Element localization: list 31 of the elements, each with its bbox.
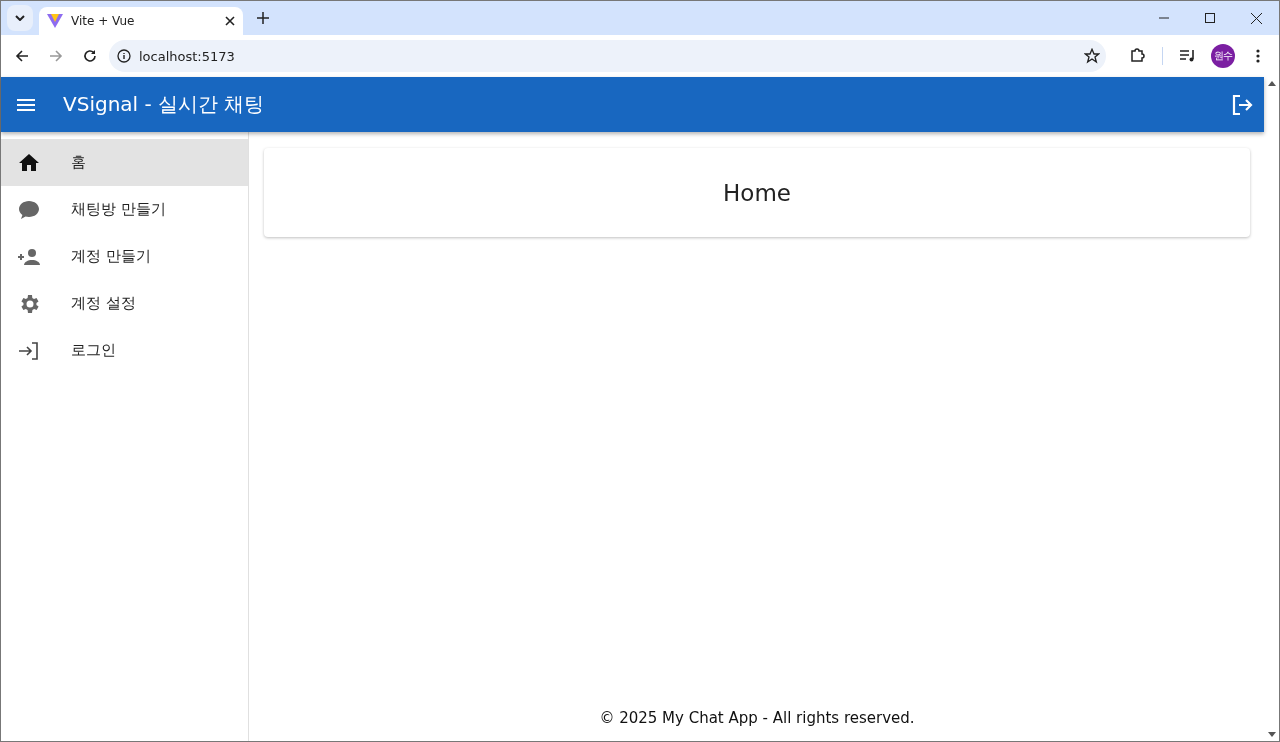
playlist-icon <box>1180 49 1196 63</box>
sidebar-item[interactable]: 계정 설정 <box>1 280 248 327</box>
footer-text: © 2025 My Chat App - All rights reserved. <box>599 709 915 727</box>
plus-icon <box>257 12 269 24</box>
browser-tab[interactable]: Vite + Vue <box>39 7 243 35</box>
card-title: Home <box>723 179 791 206</box>
sidebar-item[interactable]: 홈 <box>1 139 248 186</box>
sidebar-item[interactable]: 로그인 <box>1 327 248 374</box>
sidebar-item[interactable]: 채팅방 만들기 <box>1 186 248 233</box>
puzzle-icon <box>1129 48 1145 64</box>
address-bar[interactable]: localhost:5173 <box>109 40 1106 72</box>
star-icon[interactable] <box>1084 48 1100 64</box>
maximize-icon <box>1205 13 1215 23</box>
profile-avatar[interactable]: 원수 <box>1211 44 1235 68</box>
scroll-up-icon[interactable] <box>1267 81 1276 86</box>
more-icon <box>1256 49 1260 63</box>
right-arrow-icon <box>49 49 63 63</box>
chevron-down-icon <box>15 15 25 21</box>
info-icon <box>117 49 131 63</box>
menu-icon[interactable] <box>17 98 35 111</box>
logout-icon[interactable] <box>1232 94 1254 115</box>
app-title: VSignal - 실시간 채팅 <box>63 91 266 118</box>
scroll-down-icon[interactable] <box>1267 732 1276 737</box>
left-arrow-icon <box>15 49 29 63</box>
close-icon[interactable] <box>225 16 235 26</box>
tab-search-button[interactable] <box>7 5 33 31</box>
reload-icon <box>83 49 97 63</box>
sidebar-item[interactable]: 계정 만들기 <box>1 233 248 280</box>
minimize-icon <box>1159 17 1169 19</box>
triangle-logo-icon <box>47 14 63 28</box>
close-icon <box>1250 12 1262 24</box>
